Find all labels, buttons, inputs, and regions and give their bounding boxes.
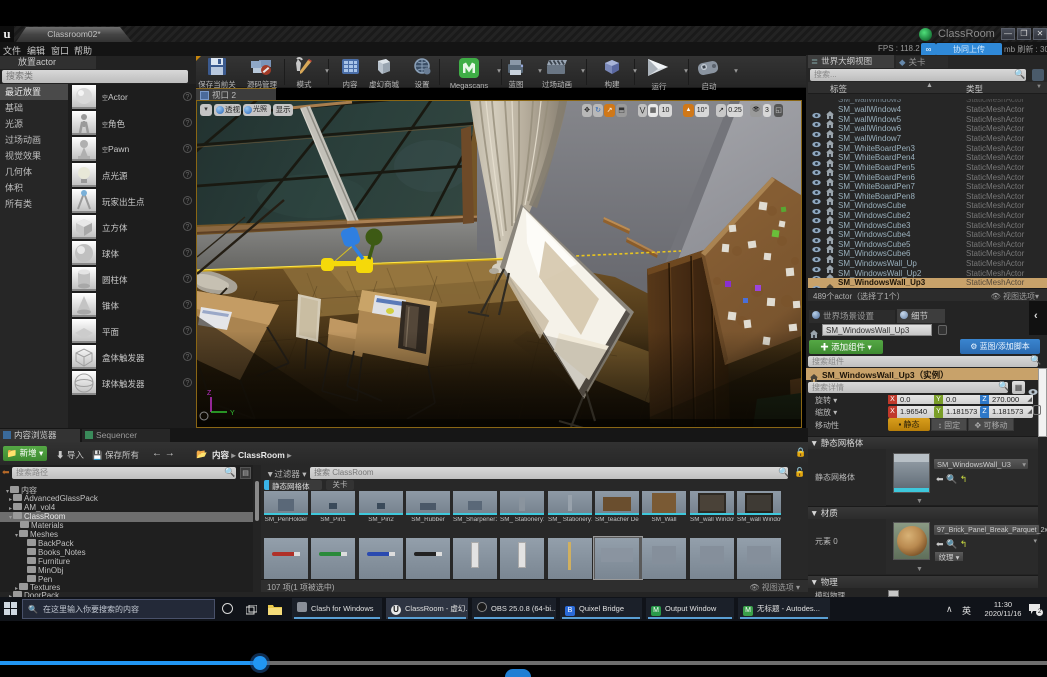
- svg-text:Z: Z: [207, 390, 212, 397]
- svg-text:Y: Y: [230, 410, 235, 417]
